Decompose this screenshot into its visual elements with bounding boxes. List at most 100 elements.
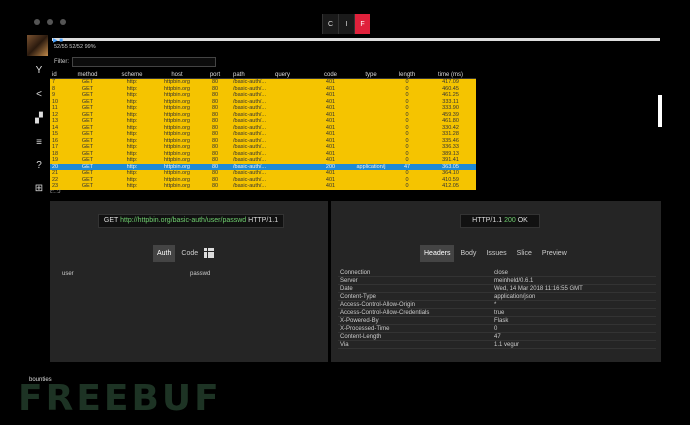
header-name: Server bbox=[340, 278, 358, 284]
grid-icon[interactable]: ⊞ bbox=[30, 183, 48, 194]
response-version: HTTP/1.1 bbox=[472, 217, 503, 224]
table-cell: 412.05 bbox=[442, 183, 459, 189]
headers-table: Connection close Server meinheld/0.6.1 Date W… bbox=[338, 269, 656, 349]
table-cell bbox=[353, 183, 389, 190]
response-tabs: Headers Body Issues Slice Preview bbox=[420, 245, 571, 262]
chevron-y-icon[interactable]: Y bbox=[30, 65, 48, 76]
table-row[interactable]: 23 GET http: httpbin.org 80/basic-auth/... 40… bbox=[50, 183, 476, 190]
header-name: Via bbox=[340, 342, 349, 348]
header-row: Date Wed, 14 Mar 2018 11:16:55 GMT bbox=[338, 285, 656, 293]
tab-body[interactable]: Body bbox=[456, 245, 480, 262]
header-value: 47 bbox=[494, 334, 501, 340]
column-header[interactable]: length bbox=[389, 71, 425, 78]
grid-view-icon[interactable] bbox=[204, 248, 215, 258]
header-value: 0 bbox=[494, 326, 498, 332]
response-reason: OK bbox=[517, 217, 528, 224]
bounties-label: bounties bbox=[29, 377, 52, 383]
table-cell bbox=[275, 183, 308, 190]
request-url[interactable]: http://httpbin.org/basic-auth/user/passw… bbox=[120, 217, 246, 224]
header-value: Flask bbox=[494, 318, 509, 324]
request-method: GET bbox=[103, 217, 119, 224]
table-cell: 401 bbox=[325, 183, 336, 189]
header-value: close bbox=[494, 270, 509, 276]
header-value: 1.1 vegur bbox=[494, 342, 520, 348]
timeline-bar[interactable] bbox=[52, 38, 660, 41]
filter-label: Filter: bbox=[54, 59, 69, 65]
request-tabs: Auth Code bbox=[153, 245, 215, 262]
table-cell: GET bbox=[81, 183, 94, 189]
mode-buttons: C I F bbox=[322, 14, 370, 34]
header-row: X-Processed-Time 0 bbox=[338, 325, 656, 333]
minimize-dot[interactable] bbox=[47, 19, 53, 25]
header-value: meinheld/0.6.1 bbox=[494, 278, 534, 284]
mode-f-button[interactable]: F bbox=[354, 14, 370, 34]
auth-pass-label: passwd bbox=[190, 271, 211, 277]
sort-icon[interactable]: ≡ bbox=[30, 137, 48, 148]
table-cell: 0 bbox=[405, 183, 409, 189]
table-cell: /basic-auth/... bbox=[233, 183, 267, 189]
mode-i-button[interactable]: I bbox=[338, 14, 354, 34]
column-header[interactable]: port bbox=[200, 71, 230, 78]
timeline-readout: 52/55 52/52 99% bbox=[54, 44, 96, 50]
share-icon[interactable]: < bbox=[30, 89, 48, 100]
column-header[interactable]: id bbox=[50, 71, 65, 78]
column-header[interactable]: scheme bbox=[110, 71, 154, 78]
column-header[interactable]: method bbox=[65, 71, 110, 78]
auth-user-label: user bbox=[62, 271, 74, 277]
column-header[interactable]: type bbox=[353, 71, 389, 78]
header-name: Date bbox=[340, 286, 353, 292]
header-value: application/json bbox=[494, 294, 536, 300]
filter-input[interactable] bbox=[72, 57, 216, 67]
mode-c-button[interactable]: C bbox=[322, 14, 338, 34]
header-name: Content-Length bbox=[340, 334, 382, 340]
column-header[interactable]: code bbox=[308, 71, 353, 78]
header-value: Wed, 14 Mar 2018 11:16:55 GMT bbox=[494, 286, 583, 292]
header-name: Access-Control-Allow-Origin bbox=[340, 302, 416, 308]
tab-headers[interactable]: Headers bbox=[420, 245, 455, 262]
maximize-dot[interactable] bbox=[60, 19, 66, 25]
header-row: Access-Control-Allow-Origin * bbox=[338, 301, 656, 309]
auth-table: user passwd bbox=[60, 270, 322, 278]
table-cell: http: bbox=[126, 183, 138, 189]
play-icon[interactable]: ▶ ■ bbox=[53, 37, 63, 44]
header-row: Access-Control-Allow-Credentials true bbox=[338, 309, 656, 317]
tab-auth[interactable]: Auth bbox=[153, 245, 176, 262]
header-value: * bbox=[494, 302, 497, 308]
tab-slice[interactable]: Slice bbox=[513, 245, 536, 262]
header-row: Content-Type application/json bbox=[338, 293, 656, 301]
column-header[interactable]: host bbox=[154, 71, 200, 78]
header-row: Content-Length 47 bbox=[338, 333, 656, 341]
header-name: X-Processed-Time bbox=[340, 326, 390, 332]
header-row: Via 1.1 vegur bbox=[338, 341, 656, 349]
app-window: C I F ▶ ■ 52/55 52/52 99% Y < ▞ ≡ ? ⊞ Fi… bbox=[0, 0, 690, 425]
tab-code[interactable]: Code bbox=[177, 245, 202, 262]
window-controls bbox=[34, 19, 66, 25]
scrollbar[interactable] bbox=[658, 95, 662, 127]
request-table: id method scheme host port path query code type l… bbox=[50, 71, 476, 190]
header-value: true bbox=[494, 310, 505, 316]
header-row: Connection close bbox=[338, 269, 656, 277]
avatar[interactable] bbox=[27, 35, 48, 56]
header-name: Access-Control-Allow-Credentials bbox=[340, 310, 430, 316]
header-name: Content-Type bbox=[340, 294, 377, 300]
header-name: Connection bbox=[340, 270, 371, 276]
path-hint: c:..:J bbox=[50, 189, 61, 195]
column-header[interactable]: query bbox=[275, 71, 308, 78]
header-row: Server meinheld/0.6.1 bbox=[338, 277, 656, 285]
request-version: HTTP/1.1 bbox=[248, 217, 279, 224]
close-dot[interactable] bbox=[34, 19, 40, 25]
header-name: X-Powered-By bbox=[340, 318, 379, 324]
request-line: GET http://httpbin.org/basic-auth/user/p… bbox=[98, 214, 284, 228]
tab-preview[interactable]: Preview bbox=[538, 245, 571, 262]
dashboard-icon[interactable]: ▞ bbox=[30, 113, 48, 124]
help-icon[interactable]: ? bbox=[30, 160, 48, 171]
tab-issues[interactable]: Issues bbox=[482, 245, 510, 262]
table-cell: 80 bbox=[211, 183, 219, 189]
column-header[interactable]: time (ms) bbox=[425, 71, 476, 78]
header-row: X-Powered-By Flask bbox=[338, 317, 656, 325]
column-header[interactable]: path bbox=[230, 71, 275, 78]
response-status: 200 bbox=[504, 217, 516, 224]
watermark-logo: FREEBUF bbox=[18, 378, 222, 419]
response-line: HTTP/1.1 200 OK bbox=[460, 214, 540, 228]
table-header: id method scheme host port path query code type l… bbox=[50, 71, 476, 79]
